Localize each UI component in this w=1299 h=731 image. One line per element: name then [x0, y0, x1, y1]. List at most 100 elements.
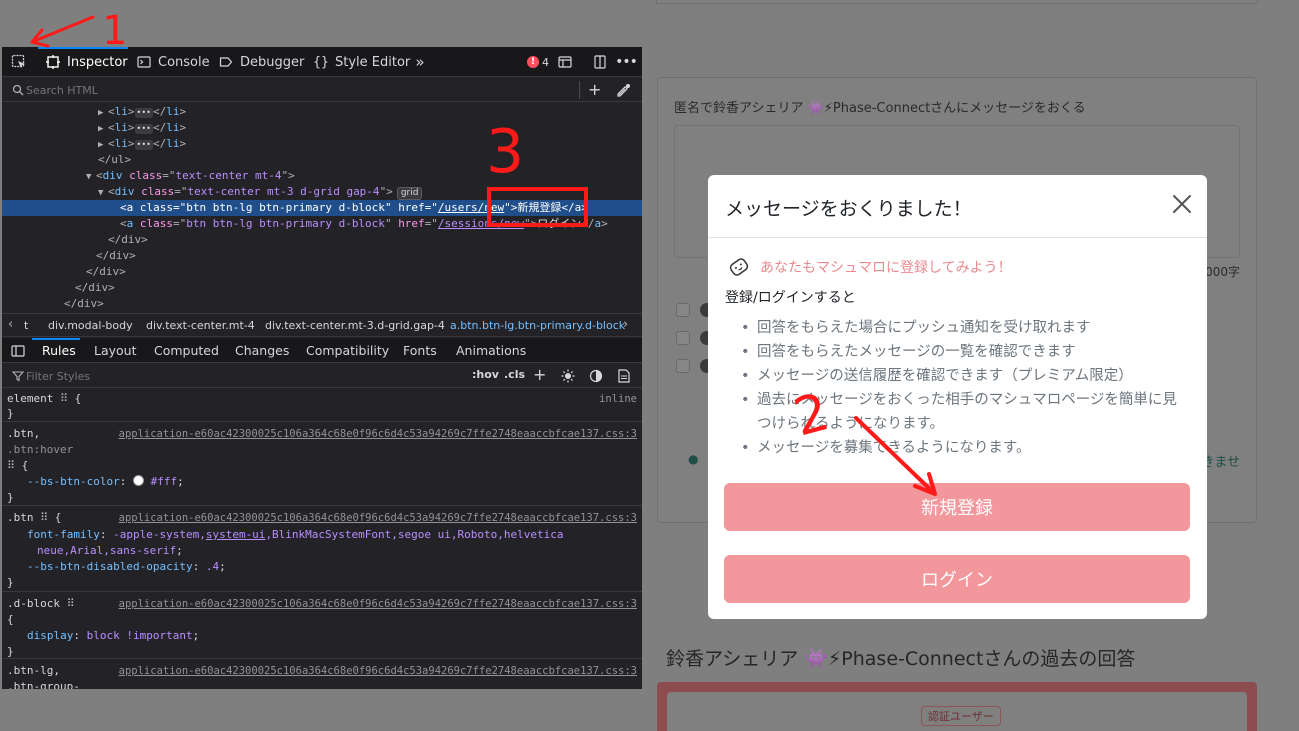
tab-rules[interactable]: Rules — [42, 343, 76, 358]
filter-styles-input[interactable] — [26, 368, 326, 384]
css-rule: element ⠿ { inline } — [2, 389, 642, 422]
rule-selector-line: .d-block ⠿ — [7, 597, 75, 610]
responsive-button[interactable] — [557, 47, 573, 77]
sidebar-tabs: Rules Layout Computed Changes Compatibil… — [2, 338, 642, 363]
close-icon[interactable] — [1171, 193, 1193, 215]
debugger-icon — [218, 54, 234, 70]
rule-source-link[interactable]: application-e60ac42300025c106a364c68e0f9… — [119, 510, 637, 526]
dom-node[interactable]: </div> — [2, 264, 642, 280]
dark-scheme-icon[interactable] — [588, 368, 604, 384]
hover-state-button[interactable]: :hov — [472, 368, 499, 381]
dom-node[interactable]: ▶ <li> ••• </li> — [2, 120, 642, 136]
chevron-right-icon[interactable]: › — [623, 317, 628, 332]
breadcrumb-item[interactable]: div.text-center.mt-4 — [146, 319, 255, 332]
tab-debugger-label: Debugger — [240, 54, 305, 70]
info-icon: ● — [688, 452, 699, 466]
element-picker-button[interactable] — [11, 47, 27, 77]
href-link[interactable]: /users/new — [438, 201, 504, 214]
dock-button[interactable] — [592, 47, 608, 77]
rule-close: } — [7, 645, 14, 658]
breadcrumb-item-current[interactable]: a.btn.btn-lg.btn-primary.d-block — [450, 319, 625, 332]
color-swatch[interactable] — [132, 475, 144, 486]
css-rule: .btn-lg, application-e60ac42300025c106a3… — [2, 660, 642, 689]
error-badge: ! 4 — [527, 56, 549, 69]
tab-inspector[interactable]: Inspector — [45, 47, 128, 77]
rule-selector: .btn, — [7, 427, 41, 440]
error-count-button[interactable]: ! 4 — [527, 47, 549, 77]
ellipsis-icon[interactable]: ••• — [134, 140, 153, 150]
print-media-icon[interactable] — [616, 368, 632, 384]
css-declaration[interactable]: font-family: -apple-system,system-ui,Bli… — [27, 527, 563, 543]
expand-arrow-icon[interactable]: ▶ — [98, 137, 108, 153]
chevron-left-icon[interactable]: ‹ — [8, 317, 13, 332]
rule-source: inline — [599, 393, 637, 405]
css-declaration[interactable]: --bs-btn-color: #fff; — [27, 474, 184, 490]
devtools-menu-button[interactable]: ••• — [615, 47, 638, 77]
ellipsis-icon[interactable]: ••• — [134, 124, 153, 134]
rule-source-link[interactable]: application-e60ac42300025c106a364c68e0f9… — [119, 596, 637, 612]
html-search-input[interactable] — [26, 81, 566, 99]
dom-node-selected[interactable]: <a class="btn btn-lg btn-primary d-block… — [2, 200, 642, 216]
filter-styles-bar: :hov .cls + — [2, 364, 642, 388]
rule-selector-line: element ⠿ { — [7, 392, 82, 405]
breadcrumb-item[interactable]: div.modal-body — [48, 319, 133, 332]
more-icon: ••• — [615, 54, 638, 70]
tab-debugger[interactable]: Debugger — [218, 47, 304, 77]
dom-node[interactable]: ▶ <li> ••• </li> — [2, 136, 642, 152]
rule-source-link[interactable]: application-e60ac42300025c106a364c68e0f9… — [119, 426, 637, 442]
breadcrumb-item[interactable]: t — [24, 319, 28, 332]
dom-node[interactable]: ▼ <div class="text-center mt-4"> — [2, 168, 642, 184]
tab-compatibility[interactable]: Compatibility — [306, 343, 389, 358]
collapse-arrow-icon[interactable]: ▼ — [98, 185, 108, 201]
dom-node[interactable]: </div> — [2, 248, 642, 264]
href-link[interactable]: /sessions/new — [438, 217, 524, 230]
grid-badge[interactable]: grid — [396, 187, 423, 200]
toggle-pane-icon[interactable] — [10, 343, 26, 359]
signup-button[interactable]: 新規登録 — [724, 483, 1190, 531]
tab-animations[interactable]: Animations — [456, 343, 526, 358]
expand-arrow-icon[interactable]: ▶ — [98, 121, 108, 137]
tab-layout[interactable]: Layout — [94, 343, 137, 358]
dom-node[interactable]: ▶ <li> ••• </li> — [2, 104, 642, 120]
grid-icon: ⠿ — [59, 392, 69, 405]
send-link[interactable]: きませ — [1201, 451, 1240, 470]
collapse-arrow-icon[interactable]: ▼ — [86, 169, 96, 185]
tab-inspector-label: Inspector — [67, 54, 128, 70]
css-declaration[interactable]: --bs-btn-disabled-opacity: .4; — [27, 559, 226, 575]
css-rule: .btn ⠿ { application-e60ac42300025c106a3… — [2, 507, 642, 592]
tab-computed[interactable]: Computed — [154, 343, 219, 358]
benefits-heading: 登録/ログインすると — [725, 290, 856, 306]
rule-source-link[interactable]: application-e60ac42300025c106a364c68e0f9… — [119, 663, 637, 679]
login-button[interactable]: ログイン — [724, 555, 1190, 603]
dom-node[interactable]: <a class="btn btn-lg btn-primary d-block… — [2, 216, 642, 232]
tab-changes[interactable]: Changes — [235, 343, 289, 358]
dom-node[interactable]: </div> — [2, 296, 642, 312]
option-checkbox[interactable] — [676, 359, 690, 373]
more-tabs-button[interactable]: » — [412, 47, 428, 77]
breadcrumb-item[interactable]: div.text-center.mt-3.d-grid.gap-4 — [265, 319, 445, 332]
tab-fonts[interactable]: Fonts — [403, 343, 437, 358]
error-icon: ! — [527, 56, 539, 68]
tab-style-editor[interactable]: {} Style Editor — [313, 47, 410, 77]
add-node-icon[interactable]: + — [588, 80, 601, 99]
promo-text: あなたもマシュマロに登録してみよう！ — [760, 260, 1012, 276]
light-scheme-icon[interactable] — [560, 368, 576, 384]
expand-arrow-icon[interactable]: ▶ — [98, 105, 108, 121]
dom-node[interactable]: ▼ <div class="text-center mt-3 d-grid gap… — [2, 184, 642, 200]
option-checkbox[interactable] — [676, 331, 690, 345]
rule-selector: .btn:hover — [7, 443, 74, 456]
rule-open: { — [7, 613, 14, 626]
option-checkbox[interactable] — [676, 303, 690, 317]
ellipsis-icon[interactable]: ••• — [134, 108, 153, 118]
dom-node[interactable]: </ul> — [2, 152, 642, 168]
add-rule-icon[interactable]: + — [533, 365, 546, 384]
tab-console[interactable]: Console — [136, 47, 210, 77]
dom-node[interactable]: </div> — [2, 280, 642, 296]
dom-node[interactable]: </div> — [2, 232, 642, 248]
eyedropper-icon[interactable] — [616, 82, 632, 98]
css-declaration[interactable]: display: block !important; — [27, 628, 199, 644]
benefit-item: 過去にメッセージをおくった相手のマシュマロページを簡単に見つけられるようになりま… — [741, 388, 1191, 436]
benefit-item: メッセージの送信履歴を確認できます（プレミアム限定） — [741, 364, 1191, 388]
search-icon — [10, 82, 26, 98]
class-toggle-button[interactable]: .cls — [504, 368, 525, 381]
